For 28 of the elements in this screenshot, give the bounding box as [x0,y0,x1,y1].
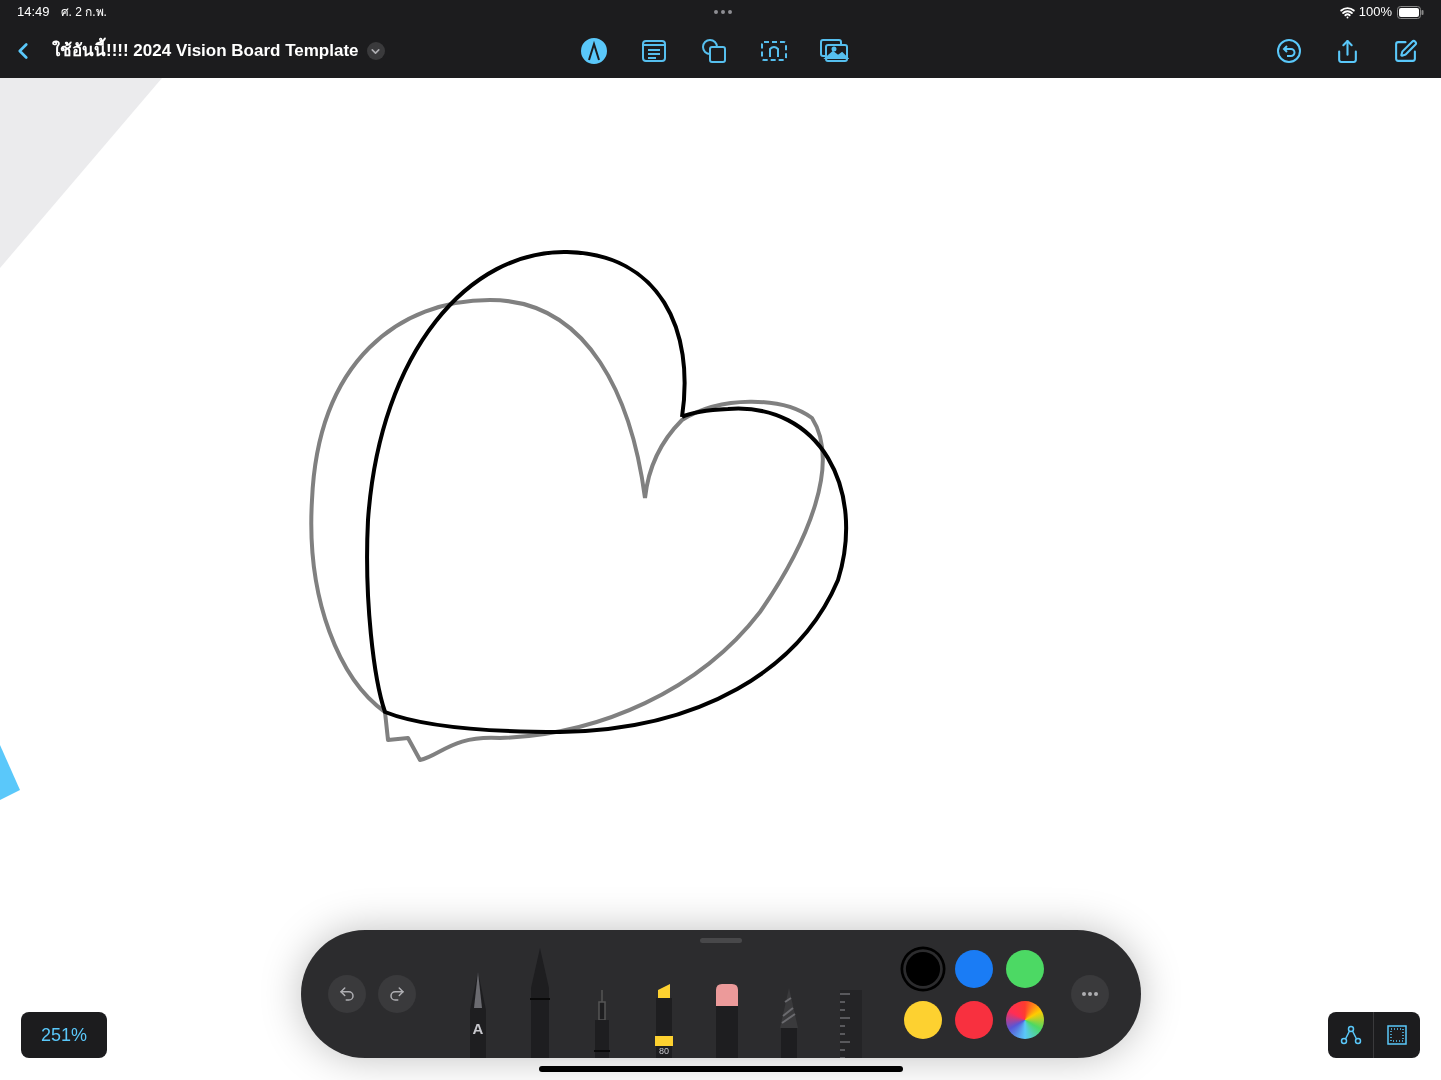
zoom-level[interactable]: 251% [21,1012,107,1058]
eraser-tool[interactable] [714,984,740,1058]
color-swatch[interactable] [1006,1000,1044,1039]
color-swatch[interactable] [1006,949,1044,988]
redo-button[interactable] [378,975,416,1013]
undo-button[interactable] [328,975,366,1013]
striped-pencil-tool[interactable] [777,988,801,1058]
title-menu-button[interactable] [366,42,385,60]
undo-icon [338,985,356,1003]
status-time: 14:49 [17,3,50,22]
dotted-square-icon [1387,1025,1407,1045]
status-date: ศ. 2 ก.พ. [60,4,107,21]
redo-icon [388,985,406,1003]
corner-shape [0,745,20,800]
battery-percent: 100% [1358,3,1392,22]
wifi-icon [1339,4,1355,20]
color-swatch[interactable] [904,1000,942,1039]
compose-icon [1392,38,1418,64]
undo-circle-icon [1276,38,1302,64]
more-button[interactable] [1071,975,1109,1013]
shapes-icon [699,36,729,66]
pen-tip-icon [579,36,609,66]
document-title: ใช้อันนี้!!!! 2024 Vision Board Template [52,38,359,64]
color-swatch[interactable] [955,949,993,988]
battery-icon [1397,5,1424,19]
vector-nodes-icon [1339,1024,1362,1046]
color-swatch[interactable] [955,1000,993,1039]
more-icon [1082,992,1098,996]
